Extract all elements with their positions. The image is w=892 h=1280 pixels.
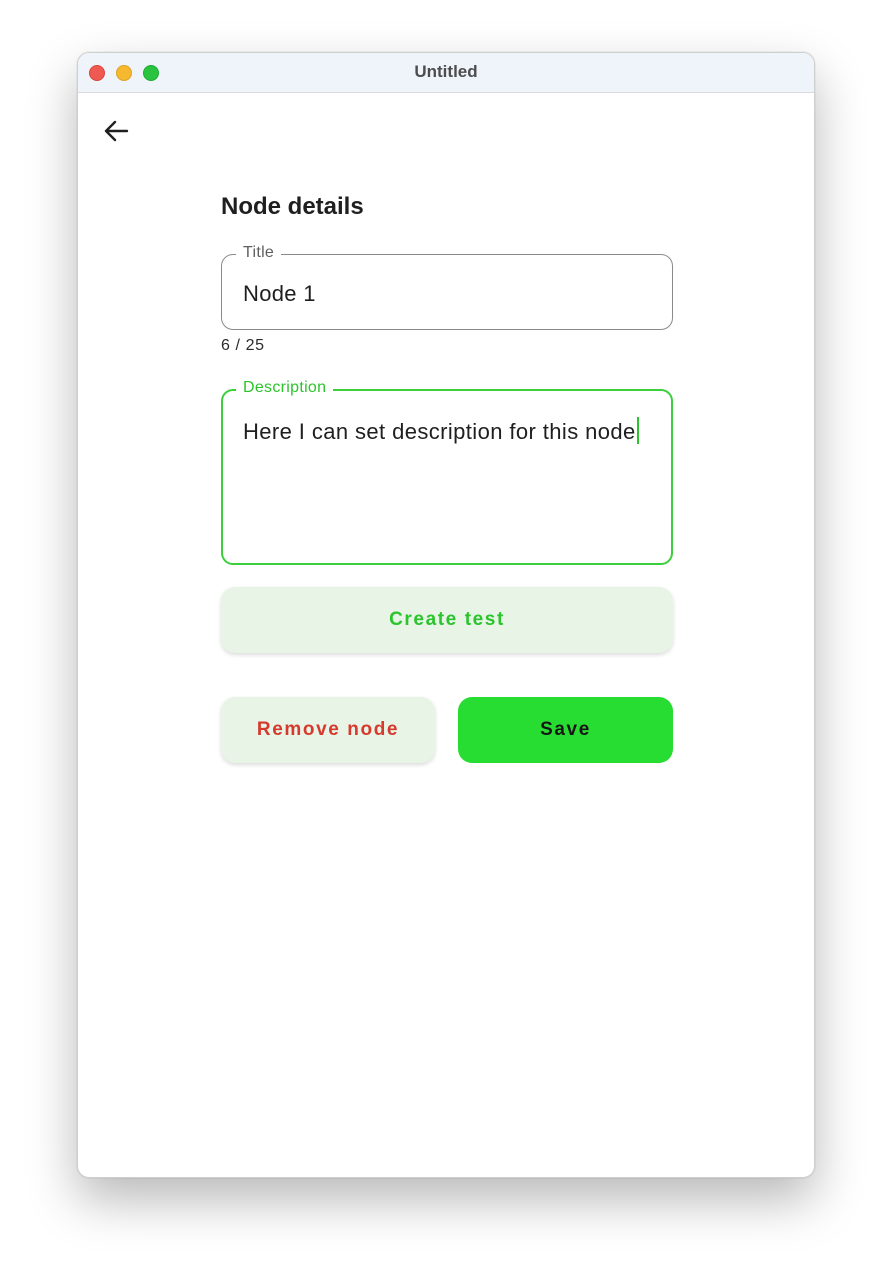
title-bar: Untitled <box>78 53 814 93</box>
create-test-button[interactable]: Create test <box>221 587 673 653</box>
window-title: Untitled <box>414 62 478 81</box>
save-button[interactable]: Save <box>458 697 673 763</box>
text-cursor <box>636 417 639 444</box>
title-character-counter: 6 / 25 <box>221 337 265 354</box>
description-field[interactable]: Description Here I can set description f… <box>221 379 673 565</box>
page-title: Node details <box>221 193 364 220</box>
description-field-label: Description <box>236 379 334 397</box>
arrow-left-icon <box>104 120 129 142</box>
description-input[interactable]: Here I can set description for this node <box>243 415 653 448</box>
back-button[interactable] <box>100 115 132 147</box>
title-field-label: Title <box>236 244 282 262</box>
title-input[interactable]: Node 1 <box>243 281 316 307</box>
description-text: Here I can set description for this node <box>243 419 636 444</box>
remove-node-button[interactable]: Remove node <box>221 697 435 763</box>
title-field[interactable]: Title Node 1 <box>221 244 673 330</box>
app-window: Untitled Node details Title Node 1 6 / 2… <box>77 52 815 1178</box>
